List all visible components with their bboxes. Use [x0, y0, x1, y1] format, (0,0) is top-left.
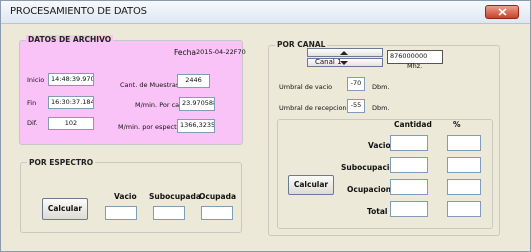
triangle-up-icon [340, 51, 348, 55]
percent-header: % [453, 120, 461, 129]
archivo-panel-title: DATOS DE ARCHIVO [26, 35, 114, 44]
close-icon [498, 8, 507, 16]
espectro-subocupada-field[interactable] [153, 206, 185, 220]
umbral-vacio-field[interactable]: -70 [347, 77, 365, 91]
canal-calcular-button[interactable]: Calcular [288, 175, 334, 195]
umbral-recepcion-unit: Dbm. [372, 104, 390, 112]
muestras-label: Cant. de Muestras [120, 81, 180, 89]
muestras-field[interactable]: 2446 [177, 74, 210, 88]
window-title: PROCESAMIENTO DE DATOS [10, 6, 147, 17]
espectro-ocupada-field[interactable] [201, 206, 233, 220]
ocupacion-percent-field[interactable] [447, 179, 481, 195]
espectro-vacio-header: Vacio [114, 192, 137, 201]
canal-spin-up-button[interactable] [307, 48, 383, 57]
espectro-panel-title: POR ESPECTRO [27, 158, 96, 167]
total-percent-field[interactable] [447, 201, 481, 217]
row-label-vacio: Vacio [368, 141, 391, 150]
espectro-subocupada-header: Subocupada [149, 192, 201, 201]
fecha-label: Fecha [174, 48, 196, 57]
row-label-ocupacion: Ocupacion [347, 185, 392, 194]
umbral-recepcion-field[interactable]: -55 [347, 99, 365, 113]
espectro-calcular-button[interactable]: Calcular [42, 198, 88, 220]
fecha-value: 2015-04-22F70 [196, 48, 246, 56]
espectro-ocupada-header: Ocupada [199, 192, 237, 201]
total-cantidad-field[interactable] [390, 201, 428, 217]
subocupacion-cantidad-field[interactable] [390, 157, 428, 173]
umbral-vacio-unit: Dbm. [372, 83, 390, 91]
cantidad-header: Cantidad [394, 120, 432, 129]
inicio-field[interactable]: 14:48:39.970 [48, 73, 94, 86]
ocupacion-cantidad-field[interactable] [390, 179, 428, 195]
espectro-vacio-field[interactable] [105, 206, 137, 220]
main-window: PROCESAMIENTO DE DATOS DATOS DE ARCHIVO … [0, 0, 531, 252]
fin-field[interactable]: 16:30:37.184 [48, 96, 94, 109]
umbral-recepcion-label: Umbral de recepcion [279, 104, 347, 112]
title-bar: PROCESAMIENTO DE DATOS [1, 1, 530, 24]
mmin-espectro-label: M/min. por espectro [118, 123, 184, 131]
dif-label: Dif. [27, 119, 38, 127]
canal-freq-unit: Mhz. [407, 62, 423, 70]
vacio-cantidad-field[interactable] [390, 135, 428, 151]
canal-label: Canal 1 [315, 58, 342, 66]
inicio-label: Inicio [27, 76, 45, 84]
subocupacion-percent-field[interactable] [447, 157, 481, 173]
mmin-espectro-field[interactable]: 1366,3235 [177, 119, 215, 133]
vacio-percent-field[interactable] [447, 135, 481, 151]
umbral-vacio-label: Umbral de vacio [279, 83, 333, 91]
mmin-canal-field[interactable]: 23.970588 [179, 97, 215, 111]
close-button[interactable] [485, 5, 519, 19]
row-label-total: Total [367, 207, 388, 216]
fin-label: Fin [27, 99, 37, 107]
dif-field[interactable]: 102 [48, 117, 94, 130]
